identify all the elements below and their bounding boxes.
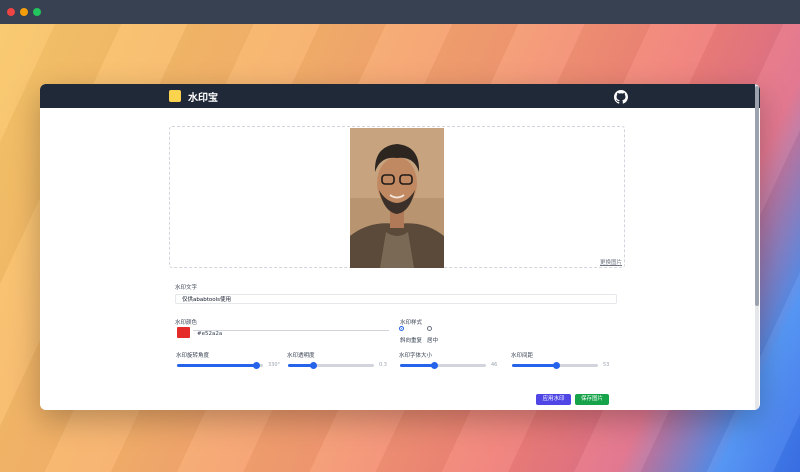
minimize-dot[interactable] xyxy=(20,8,28,16)
radio-center[interactable] xyxy=(427,326,432,331)
color-swatch[interactable] xyxy=(177,327,190,338)
radio-diagonal-repeat-label: 斜向重复 xyxy=(400,338,423,344)
app-title: 水印宝 xyxy=(188,93,218,104)
slider-thumb-3[interactable] xyxy=(553,362,561,369)
slider-track-0[interactable] xyxy=(177,362,263,369)
slider-label-1: 水印透明度 xyxy=(287,353,315,359)
slider-track-1[interactable] xyxy=(288,362,374,369)
slider-fill-0 xyxy=(177,364,257,367)
save-image-button[interactable]: 保存图片 xyxy=(575,394,609,405)
apply-watermark-button[interactable]: 应用水印 xyxy=(536,394,571,405)
slider-thumb-0[interactable] xyxy=(253,362,261,369)
change-image-link[interactable]: 更换图片 xyxy=(600,258,622,266)
color-input[interactable] xyxy=(193,330,389,338)
slider-track-3[interactable] xyxy=(512,362,598,369)
preview-image xyxy=(350,128,444,268)
maximize-dot[interactable] xyxy=(33,8,41,16)
github-icon[interactable] xyxy=(614,89,628,104)
slider-track-2[interactable] xyxy=(400,362,486,369)
slider-fill-3 xyxy=(512,364,557,367)
style-label: 水印样式 xyxy=(400,320,423,326)
image-drop-area[interactable]: 更换图片 xyxy=(169,126,625,268)
scrollbar-thumb[interactable] xyxy=(755,86,759,306)
slider-value-3: 53 xyxy=(603,362,610,368)
slider-fill-2 xyxy=(400,364,435,367)
color-label: 水印颜色 xyxy=(175,320,198,326)
radio-center-label: 居中 xyxy=(427,338,439,344)
slider-value-0: 330° xyxy=(268,362,281,368)
slider-label-3: 水印间距 xyxy=(511,353,534,359)
slider-label-0: 水印旋转角度 xyxy=(176,353,210,359)
watermark-text-label: 水印文字 xyxy=(175,285,198,291)
logo-icon xyxy=(169,90,181,102)
slider-thumb-2[interactable] xyxy=(430,362,438,369)
slider-value-1: 0.3 xyxy=(379,362,387,368)
radio-diagonal-repeat[interactable] xyxy=(399,326,404,331)
watermark-text-input[interactable]: 仅供ababtools使用 xyxy=(175,294,617,304)
color-hex-value: #e52a2a xyxy=(197,331,223,337)
slider-label-2: 水印字体大小 xyxy=(399,353,433,359)
close-dot[interactable] xyxy=(7,8,15,16)
slider-value-2: 46 xyxy=(491,362,498,368)
settings-panel: 水印文字 仅供ababtools使用 水印颜色 #e52a2a 水印样式 斜向重… xyxy=(169,280,625,410)
app-window: 水印宝 更换图片 水印文字 仅供ababtools使用 水印颜色 #e52a2a… xyxy=(40,84,760,410)
slider-thumb-1[interactable] xyxy=(310,362,318,369)
top-navbar: 水印宝 xyxy=(40,84,760,108)
mac-menu-bar xyxy=(0,0,800,24)
